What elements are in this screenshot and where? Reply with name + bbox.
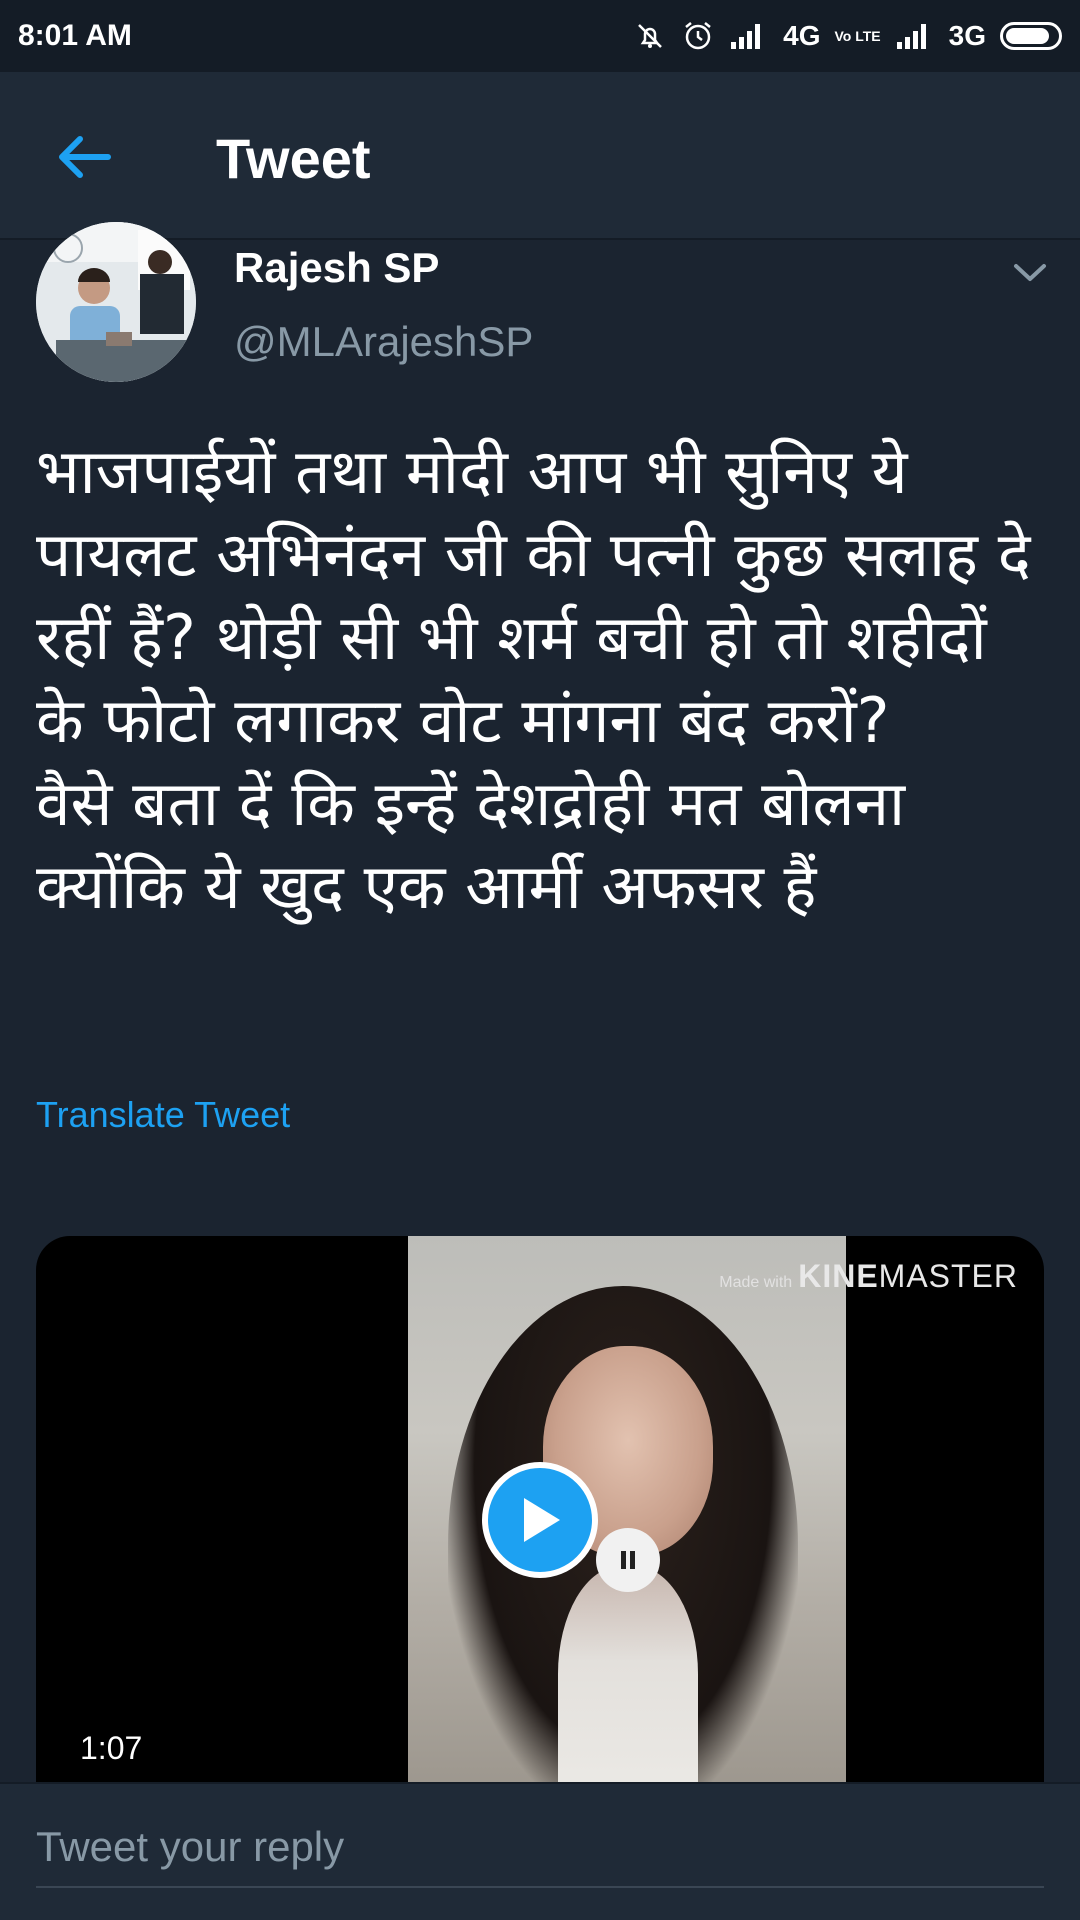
tweet-text: भाजपाईयों तथा मोदी आप भी सुनिए ये पायलट … — [36, 435, 1031, 923]
battery-fill — [1006, 28, 1049, 44]
status-icons: 4G Vo LTE 3G — [633, 19, 1062, 53]
mute-icon — [633, 19, 667, 53]
signal-icon — [729, 22, 769, 50]
network-type-primary: 4G — [783, 20, 821, 51]
reply-bar — [0, 1782, 1080, 1920]
reply-input[interactable] — [36, 1808, 1044, 1888]
pause-badge — [596, 1528, 660, 1592]
watermark-brand-rest: MASTER — [878, 1258, 1018, 1294]
play-icon — [524, 1498, 560, 1542]
volte-badge: Vo LTE — [834, 27, 881, 44]
watermark-brand-bold: KINE — [798, 1258, 879, 1294]
avatar[interactable] — [36, 222, 196, 382]
pause-icon — [621, 1551, 635, 1569]
translate-tweet-link[interactable]: Translate Tweet — [36, 1094, 290, 1136]
video-frame — [408, 1236, 846, 1796]
watermark-prefix: Made with — [719, 1274, 793, 1291]
signal-icon-secondary — [895, 22, 935, 50]
app-header: Tweet — [0, 72, 1080, 240]
video-subject-body — [558, 1566, 698, 1796]
arrow-left-icon — [59, 136, 111, 178]
watermark-brand: KINEMASTER — [798, 1258, 1018, 1295]
play-button[interactable] — [482, 1462, 598, 1578]
author-handle[interactable]: @MLArajeshSP — [234, 318, 533, 366]
tweet-options-button[interactable] — [1010, 252, 1050, 292]
network-type-secondary: 3G — [948, 20, 986, 51]
status-time: 8:01 AM — [18, 19, 132, 52]
status-bar: 8:01 AM 4G Vo LTE 3G — [0, 0, 1080, 72]
page-title: Tweet — [216, 127, 371, 190]
back-button[interactable] — [50, 128, 118, 186]
avatar-photo — [36, 222, 196, 382]
video-duration: 1:07 — [80, 1730, 143, 1766]
alarm-icon — [681, 19, 715, 53]
chevron-down-icon — [1014, 264, 1046, 281]
video-watermark: Made with KINEMASTER — [719, 1258, 1018, 1295]
video-player[interactable]: Made with KINEMASTER 1:07 — [36, 1236, 1044, 1796]
author-name[interactable]: Rajesh SP — [234, 244, 439, 292]
battery-icon — [1000, 22, 1062, 50]
